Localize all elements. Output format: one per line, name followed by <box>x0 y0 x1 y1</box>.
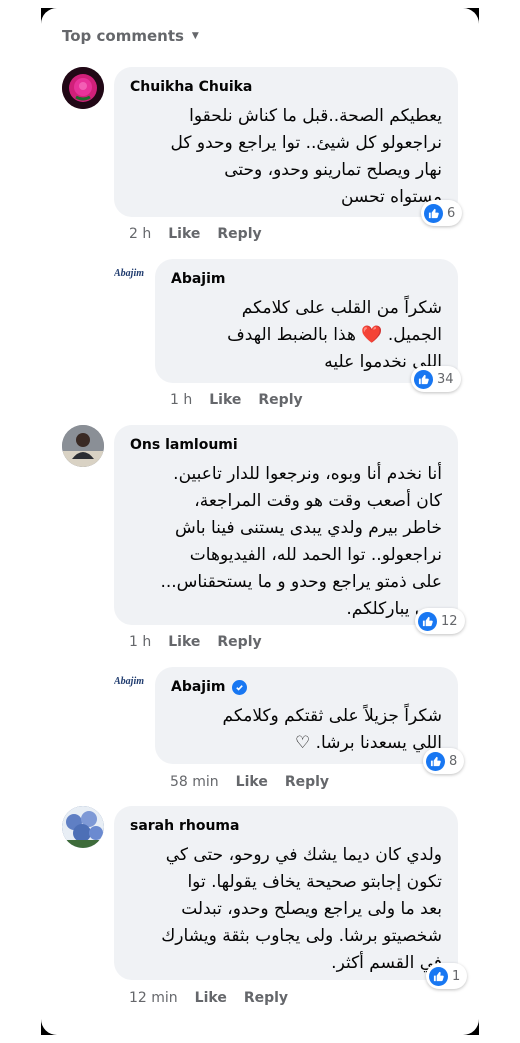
caret-down-icon: ▼ <box>191 31 199 41</box>
like-button[interactable]: Like <box>168 634 200 650</box>
reaction-count[interactable]: 1 <box>426 963 468 989</box>
comment-text: شكراً من القلب على كلامكم الجميل. ❤️ هذا… <box>227 298 442 372</box>
comment-author[interactable]: Chuikha Chuika <box>130 79 442 95</box>
avatar[interactable]: Abajim <box>114 260 148 294</box>
comment-text: أنا نخدم أنا وبوه، ونرجعوا للدار تاعبين.… <box>160 464 442 619</box>
reaction-count[interactable]: 6 <box>421 200 463 226</box>
comment-bubble: Ons lamloumi أنا نخدم أنا وبوه، ونرجعوا … <box>114 425 458 625</box>
comment-author[interactable]: Abajim <box>171 679 226 695</box>
reaction-number: 34 <box>437 371 454 387</box>
comment-actions: 58 min Like Reply <box>170 774 329 790</box>
like-button[interactable]: Like <box>195 990 227 1006</box>
avatar[interactable] <box>62 806 104 848</box>
comment-time[interactable]: 2 h <box>129 226 151 242</box>
avatar[interactable] <box>62 425 104 467</box>
abajim-logo: Abajim <box>114 268 145 279</box>
comment-actions: 1 h Like Reply <box>170 392 303 408</box>
reply-button[interactable]: Reply <box>217 226 261 242</box>
comment-text: شكراً جزيلاً على ثقتكم وكلامكم اللي يسعد… <box>222 706 442 753</box>
reaction-count[interactable]: 34 <box>411 366 461 392</box>
comment-author[interactable]: Abajim <box>171 271 442 287</box>
reaction-number: 8 <box>449 753 458 769</box>
like-icon <box>426 751 445 771</box>
comment-text: ولدي كان ديما يشك في روحو، حتى كي تكون إ… <box>161 845 442 973</box>
comment-actions: 12 min Like Reply <box>129 990 288 1006</box>
like-icon <box>414 369 433 389</box>
sort-dropdown[interactable]: Top comments ▼ <box>62 27 199 45</box>
like-icon <box>429 966 448 986</box>
reaction-number: 12 <box>441 613 458 629</box>
verified-icon <box>231 679 247 695</box>
reply-button[interactable]: Reply <box>285 774 329 790</box>
like-button[interactable]: Like <box>209 392 241 408</box>
comment-author-row: Abajim <box>171 679 442 695</box>
comment-bubble: sarah rhouma ولدي كان ديما يشك في روحو، … <box>114 806 458 980</box>
reaction-count[interactable]: 8 <box>423 748 465 774</box>
comment-bubble: Abajim شكراً من القلب على كلامكم الجميل.… <box>155 259 458 383</box>
reaction-number: 1 <box>452 968 461 984</box>
comment-actions: 1 h Like Reply <box>129 634 262 650</box>
avatar[interactable] <box>62 67 104 109</box>
reply-button[interactable]: Reply <box>258 392 302 408</box>
comment-author[interactable]: Ons lamloumi <box>130 437 442 453</box>
like-button[interactable]: Like <box>168 226 200 242</box>
reaction-number: 6 <box>447 205 456 221</box>
comment-time[interactable]: 58 min <box>170 774 219 790</box>
reply-button[interactable]: Reply <box>217 634 261 650</box>
comment-bubble: Abajim شكراً جزيلاً على ثقتكم وكلامكم ال… <box>155 667 458 764</box>
comment-text: يعطيكم الصحة..قبل ما كناش نلحقوا نراجعول… <box>170 106 442 207</box>
abajim-logo: Abajim <box>114 676 145 687</box>
comment-author[interactable]: sarah rhouma <box>130 818 442 834</box>
comment-bubble: Chuikha Chuika يعطيكم الصحة..قبل ما كناش… <box>114 67 458 217</box>
comment-time[interactable]: 1 h <box>129 634 151 650</box>
comment-time[interactable]: 1 h <box>170 392 192 408</box>
like-icon <box>418 611 437 631</box>
reaction-count[interactable]: 12 <box>415 608 465 634</box>
like-button[interactable]: Like <box>236 774 268 790</box>
reply-button[interactable]: Reply <box>244 990 288 1006</box>
comment-time[interactable]: 12 min <box>129 990 178 1006</box>
comment-actions: 2 h Like Reply <box>129 226 262 242</box>
avatar[interactable]: Abajim <box>114 668 148 702</box>
sort-label: Top comments <box>62 27 184 45</box>
like-icon <box>424 203 443 223</box>
